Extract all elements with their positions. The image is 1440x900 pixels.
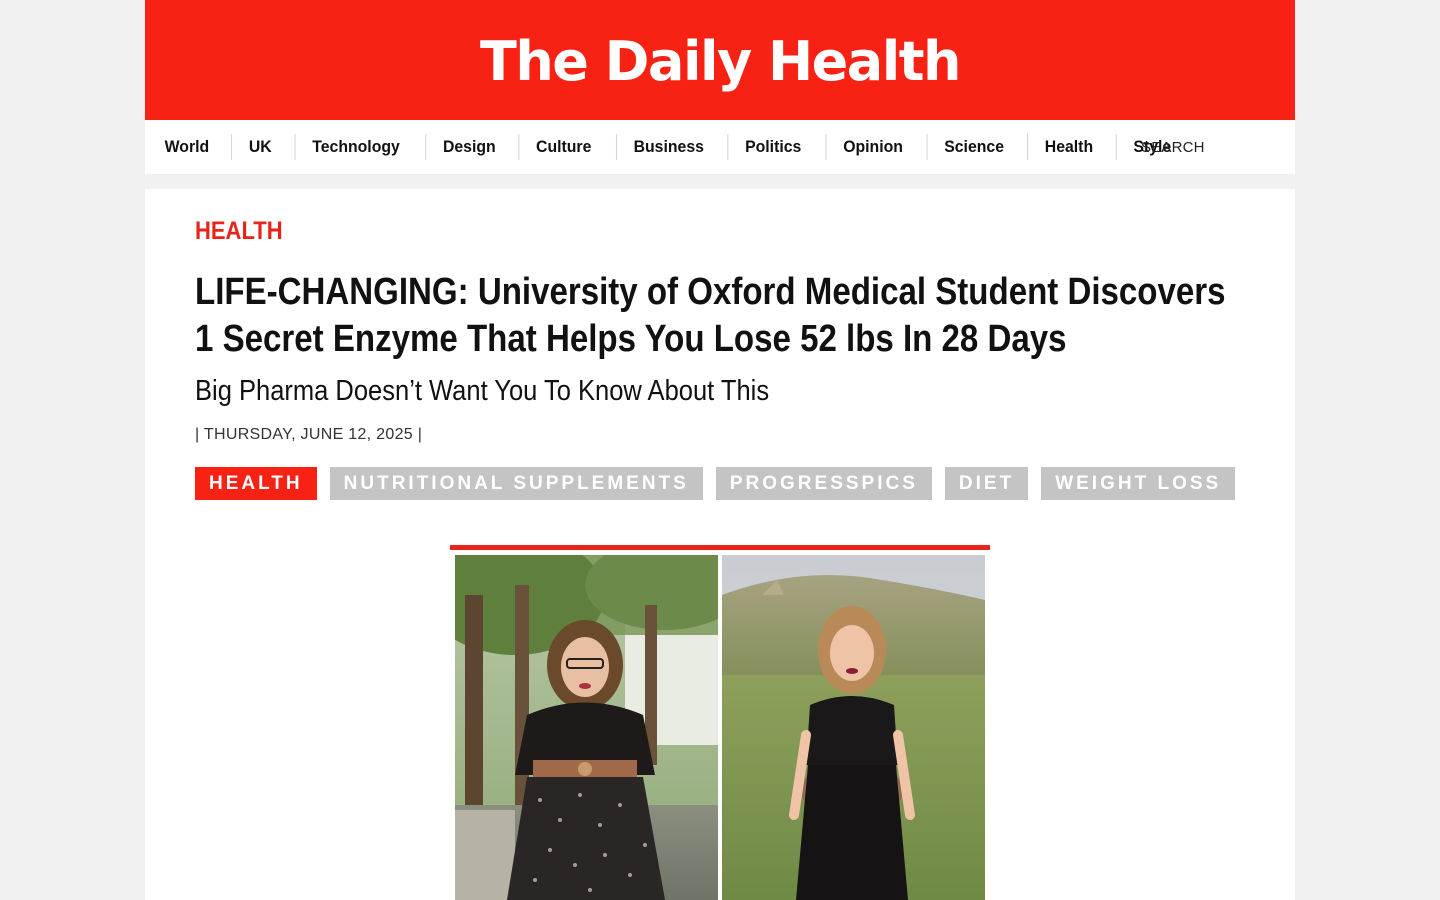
- hero-image: [450, 545, 990, 900]
- nav-item-health[interactable]: Health: [1027, 134, 1110, 160]
- tag-weight-loss[interactable]: WEIGHT LOSS: [1041, 467, 1236, 500]
- masthead: The Daily Health: [145, 0, 1295, 120]
- tag-health[interactable]: HEALTH: [195, 467, 317, 500]
- tag-nutritional-supplements[interactable]: NUTRITIONAL SUPPLEMENTS: [329, 467, 703, 500]
- nav-list: World UK Technology Design Culture Busin…: [145, 120, 1191, 174]
- before-after-photos: [455, 555, 985, 900]
- nav-item-uk[interactable]: UK: [231, 134, 288, 160]
- search-field[interactable]: SEARCH: [1141, 120, 1205, 174]
- site-logo[interactable]: The Daily Health: [480, 30, 962, 93]
- nav-item-world[interactable]: World: [148, 134, 226, 160]
- main-nav: World UK Technology Design Culture Busin…: [145, 120, 1295, 174]
- nav-item-opinion[interactable]: Opinion: [825, 134, 919, 160]
- nav-item-culture[interactable]: Culture: [518, 134, 609, 160]
- subheadline: Big Pharma Doesn’t Want You To Know Abou…: [195, 375, 770, 407]
- tag-list: HEALTH NUTRITIONAL SUPPLEMENTS PROGRESSP…: [195, 467, 1236, 500]
- tag-progresspics[interactable]: PROGRESSPICS: [715, 467, 932, 500]
- nav-item-business[interactable]: Business: [615, 134, 721, 160]
- nav-item-technology[interactable]: Technology: [295, 134, 417, 160]
- tag-diet[interactable]: DIET: [944, 467, 1029, 500]
- section-label[interactable]: HEALTH: [195, 217, 283, 246]
- article: HEALTH LIFE-CHANGING: University of Oxfo…: [145, 189, 1295, 900]
- hero-accent-bar: [450, 545, 990, 550]
- nav-item-design[interactable]: Design: [424, 134, 512, 160]
- before-photo: [455, 555, 718, 900]
- page: The Daily Health World UK Technology Des…: [145, 0, 1295, 900]
- after-photo: [722, 555, 985, 900]
- article-date: | THURSDAY, JUNE 12, 2025 |: [195, 426, 423, 443]
- nav-item-science[interactable]: Science: [926, 134, 1021, 160]
- headline: LIFE-CHANGING: University of Oxford Medi…: [195, 271, 1226, 360]
- nav-item-politics[interactable]: Politics: [727, 134, 819, 160]
